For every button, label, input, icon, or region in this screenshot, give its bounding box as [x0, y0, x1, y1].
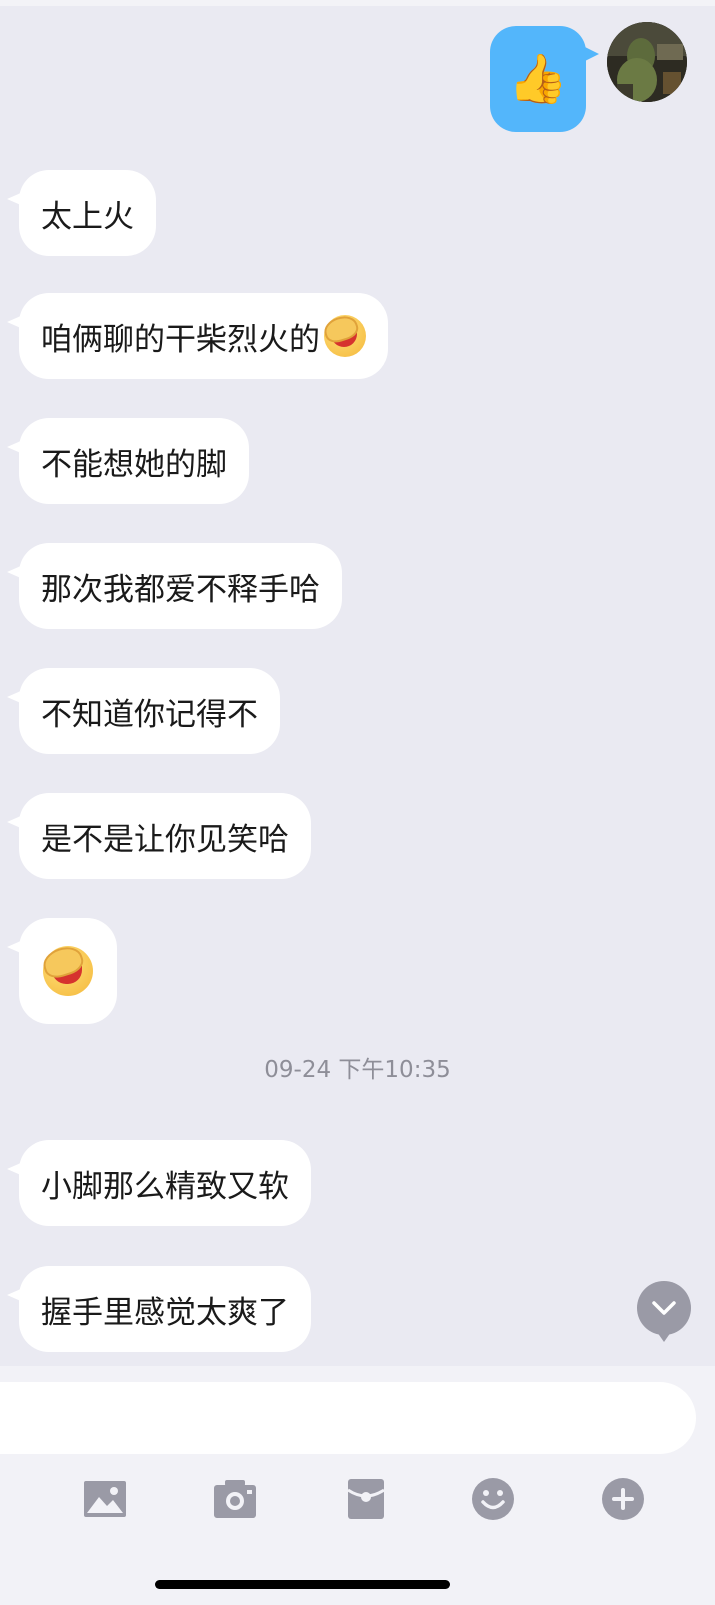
- incoming-message-bubble[interactable]: 不能想她的脚: [7, 418, 249, 504]
- message-input[interactable]: [0, 1382, 696, 1454]
- camera-button[interactable]: [212, 1476, 258, 1522]
- more-button[interactable]: [600, 1476, 646, 1522]
- message-text: 是不是让你见笑哈: [41, 821, 289, 858]
- emoji-smile-icon: [472, 1478, 514, 1520]
- incoming-message-bubble[interactable]: 小脚那么精致又软: [7, 1140, 311, 1226]
- message-text: 咱俩聊的干柴烈火的: [41, 321, 320, 358]
- thumbs-up-icon: 👍: [508, 51, 568, 107]
- message-text: 握手里感觉太爽了: [41, 1294, 289, 1331]
- image-button[interactable]: [82, 1476, 128, 1522]
- emoji-button[interactable]: [470, 1476, 516, 1522]
- message-text: 太上火: [41, 198, 134, 235]
- composer-area: [0, 1366, 715, 1605]
- avatar-image: [607, 22, 687, 102]
- incoming-message-bubble[interactable]: 不知道你记得不: [7, 668, 280, 754]
- incoming-message-bubble[interactable]: 太上火: [7, 170, 156, 256]
- plus-icon: [602, 1478, 644, 1520]
- incoming-message-bubble[interactable]: 那次我都爱不释手哈: [7, 543, 342, 629]
- incoming-message-bubble[interactable]: 咱俩聊的干柴烈火的: [7, 293, 388, 379]
- status-strip: [0, 0, 715, 6]
- camera-icon: [214, 1480, 256, 1518]
- red-packet-icon: [347, 1479, 385, 1519]
- message-text: 不知道你记得不: [41, 696, 258, 733]
- incoming-message-bubble[interactable]: 握手里感觉太爽了: [7, 1266, 311, 1352]
- message-text: 不能想她的脚: [41, 446, 227, 483]
- chevron-down-icon: [652, 1301, 676, 1315]
- facepalm-emoji-icon: [43, 946, 93, 996]
- image-icon: [84, 1481, 126, 1517]
- incoming-message-bubble[interactable]: 是不是让你见笑哈: [7, 793, 311, 879]
- message-timestamp: 09-24 下午10:35: [264, 1057, 451, 1083]
- red-packet-button[interactable]: [343, 1476, 389, 1522]
- composer-toolbar: [0, 1476, 715, 1536]
- incoming-emoji-bubble[interactable]: [7, 918, 117, 1024]
- outgoing-message-bubble[interactable]: 👍: [490, 26, 599, 132]
- message-text: 小脚那么精致又软: [41, 1168, 289, 1205]
- scroll-to-bottom-button[interactable]: [637, 1281, 691, 1342]
- home-indicator[interactable]: [155, 1580, 450, 1589]
- message-text: 那次我都爱不释手哈: [41, 571, 320, 608]
- facepalm-emoji-icon: [324, 315, 366, 357]
- chat-screen: 👍 太上火 咱俩聊的干柴烈火的 不能想她的脚 那次我都爱不释手哈 不知道你记得不…: [0, 0, 715, 1605]
- my-avatar[interactable]: [607, 22, 687, 102]
